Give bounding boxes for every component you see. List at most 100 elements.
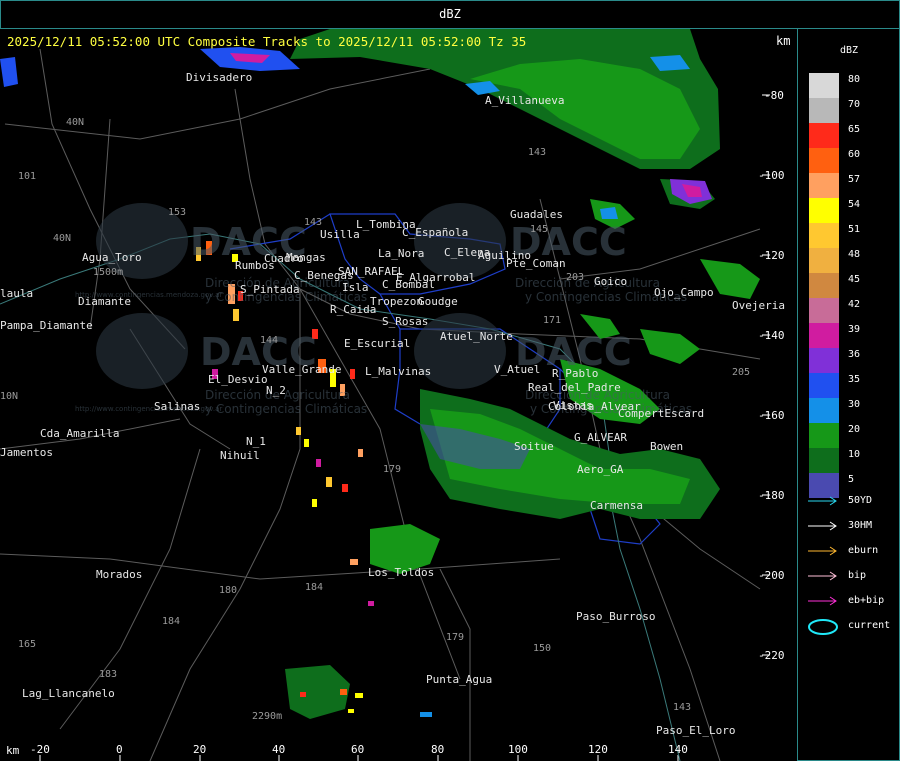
svg-text:Paso_El_Loro: Paso_El_Loro — [656, 724, 735, 737]
arrow-icon — [808, 571, 837, 581]
legend-swatch-60 — [809, 148, 839, 173]
svg-text:Lag_Llancanelo: Lag_Llancanelo — [22, 687, 115, 700]
svg-text:Pampa_Diamante: Pampa_Diamante — [0, 319, 93, 332]
svg-text:-80: -80 — [764, 89, 784, 102]
svg-text:Salinas: Salinas — [154, 400, 200, 413]
svg-text:120: 120 — [588, 743, 608, 756]
svg-text:Real_del_Padre: Real_del_Padre — [528, 381, 621, 394]
svg-text:100: 100 — [508, 743, 528, 756]
title-bar: dBZ — [0, 0, 900, 29]
track-label-eb+bip: eb+bip — [848, 595, 885, 606]
svg-text:SAN_RAFAEL: SAN_RAFAEL — [338, 265, 405, 278]
svg-text:1500m: 1500m — [93, 267, 123, 278]
svg-text:0: 0 — [116, 743, 123, 756]
window-title: dBZ — [439, 7, 461, 21]
radar-map-panel[interactable]: DACC Dirección de Agricultura y Continge… — [0, 29, 798, 761]
svg-text:La_Nora: La_Nora — [378, 247, 424, 260]
legend-label-39: 39 — [848, 324, 861, 335]
legend-swatch-36 — [809, 348, 839, 373]
legend-swatch-39 — [809, 323, 839, 348]
legend-label-57: 57 — [848, 174, 861, 185]
track-label-current: current — [848, 620, 891, 631]
svg-text:Valle_Grande: Valle_Grande — [262, 363, 341, 376]
svg-text:Ovejeria: Ovejeria — [732, 299, 785, 312]
svg-text:Atuel_Norte: Atuel_Norte — [440, 330, 513, 343]
legend-swatch-20 — [809, 423, 839, 448]
svg-text:Carmensa: Carmensa — [590, 499, 643, 512]
svg-text:143: 143 — [304, 217, 322, 228]
svg-text:40: 40 — [272, 743, 285, 756]
legend-label-5: 5 — [848, 474, 855, 485]
svg-text:40N: 40N — [53, 233, 71, 244]
legend-label-20: 20 — [848, 424, 861, 435]
ellipse-icon — [808, 619, 838, 635]
svg-text:C_Bombal: C_Bombal — [382, 278, 435, 291]
svg-text:150: 150 — [533, 643, 551, 654]
track-label-30HM: 30HM — [848, 520, 873, 531]
radar-map[interactable]: DACC Dirección de Agricultura y Continge… — [0, 29, 797, 761]
legend-label-51: 51 — [848, 224, 861, 235]
km-label-bottom: km — [6, 744, 20, 757]
svg-text:CompertEscard: CompertEscard — [618, 407, 704, 420]
svg-text:laula: laula — [0, 287, 33, 300]
legend-label-10: 10 — [848, 449, 861, 460]
svg-text:Guadales: Guadales — [510, 208, 563, 221]
legend-label-65: 65 — [848, 124, 861, 135]
svg-text:R_Caida: R_Caida — [330, 303, 376, 316]
legend-swatch-45 — [809, 273, 839, 298]
legend-label-42: 42 — [848, 299, 861, 310]
svg-text:2290m: 2290m — [252, 711, 282, 722]
track-label-eburn: eburn — [848, 545, 879, 556]
svg-text:Agua_Toro: Agua_Toro — [82, 251, 142, 264]
svg-text:Pte_Coman: Pte_Coman — [506, 257, 566, 270]
legend-label-45: 45 — [848, 274, 861, 285]
legend-label-60: 60 — [848, 149, 861, 160]
legend-label-80: 80 — [848, 74, 861, 85]
svg-text:205: 205 — [732, 367, 750, 378]
legend-swatch-70 — [809, 98, 839, 123]
legend-label-48: 48 — [848, 249, 861, 260]
svg-text:Divisadero: Divisadero — [186, 71, 252, 84]
svg-text:Usilla: Usilla — [320, 228, 360, 241]
svg-text:Goico: Goico — [594, 275, 627, 288]
svg-text:E_Escurial: E_Escurial — [344, 337, 410, 350]
legend-label-30: 30 — [848, 399, 861, 410]
svg-text:179: 179 — [446, 632, 464, 643]
svg-text:179: 179 — [383, 464, 401, 475]
svg-text:203: 203 — [566, 272, 584, 283]
arrow-icon — [808, 521, 837, 531]
track-label-50YD: 50YD — [848, 495, 873, 506]
svg-text:143: 143 — [528, 147, 546, 158]
legend-swatch-30 — [809, 398, 839, 423]
legend-swatch-42 — [809, 298, 839, 323]
svg-text:Ojo_Campo: Ojo_Campo — [654, 286, 714, 299]
legend-label-54: 54 — [848, 199, 861, 210]
arrow-icon — [808, 596, 837, 606]
svg-text:Rumbos: Rumbos — [235, 259, 275, 272]
svg-text:Morados: Morados — [96, 568, 142, 581]
legend-panel: dBZ 80 70 65 60 57 54 51 48 45 42 39 36 35 30 20 10 5 50… — [798, 29, 900, 761]
legend-swatch-48 — [809, 248, 839, 273]
svg-text:-120: -120 — [758, 249, 785, 262]
svg-text:80: 80 — [431, 743, 444, 756]
svg-text:-140: -140 — [758, 329, 785, 342]
legend-unit: dBZ — [839, 45, 859, 56]
svg-text:G_ALVEAR: G_ALVEAR — [574, 431, 627, 444]
legend-label-36: 36 — [848, 349, 861, 360]
svg-text:Aero_GA: Aero_GA — [577, 463, 624, 476]
svg-text:Goudge: Goudge — [418, 295, 458, 308]
legend-label-70: 70 — [848, 99, 861, 110]
svg-text:V_Atuel: V_Atuel — [494, 363, 540, 376]
svg-text:Soitue: Soitue — [514, 440, 554, 453]
legend-swatch-35 — [809, 373, 839, 398]
svg-text:N_2: N_2 — [266, 384, 286, 397]
svg-text:-20: -20 — [30, 743, 50, 756]
svg-text:R_Pablo: R_Pablo — [552, 367, 598, 380]
svg-text:-200: -200 — [758, 569, 785, 582]
watermark-line2-2: y Contingencias Climáticas — [205, 402, 367, 416]
watermark-line1-3: Dirección de Agricultura — [515, 276, 660, 290]
svg-text:60: 60 — [351, 743, 364, 756]
legend-swatch-10 — [809, 448, 839, 473]
legend-label-35: 35 — [848, 374, 861, 385]
arrow-icon — [808, 546, 837, 556]
